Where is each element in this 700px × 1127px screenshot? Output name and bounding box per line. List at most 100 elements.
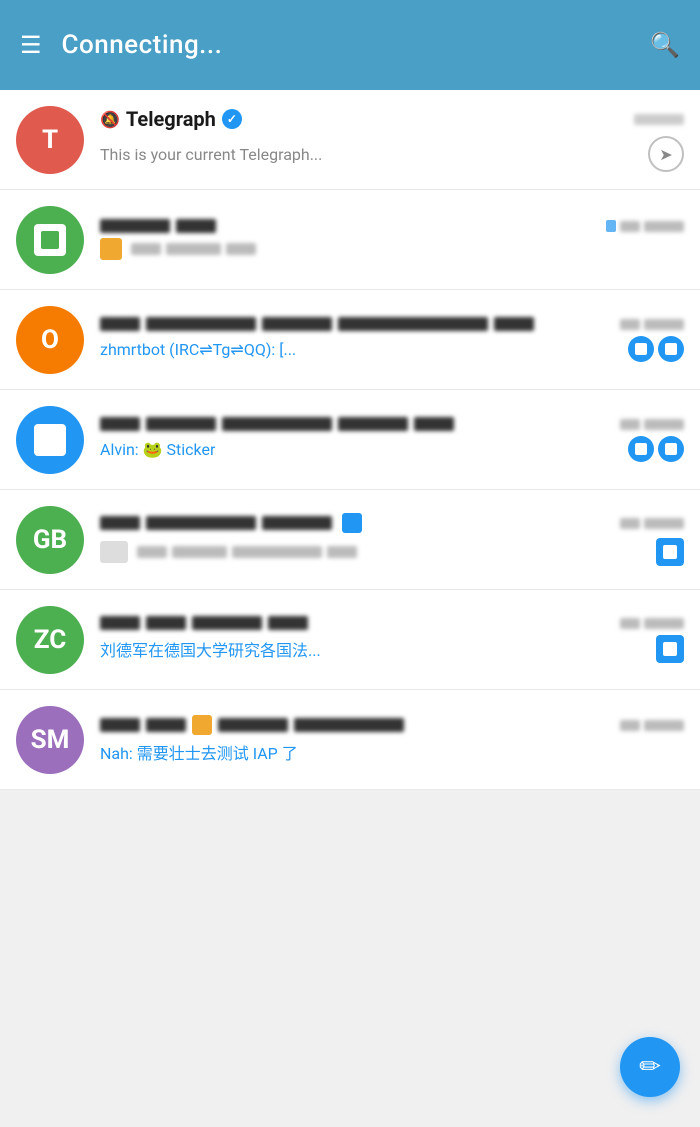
avatar-zc: ZC: [16, 606, 84, 674]
group-icon: [34, 424, 66, 456]
chat-preview-blue: Alvin: 🐸 Sticker: [100, 440, 215, 459]
time-block-o1: [620, 319, 640, 330]
email-icon: [100, 541, 128, 563]
badge-area-blue: [628, 436, 684, 462]
chat-bottom-row-green: [100, 238, 684, 260]
compose-icon: ✏: [639, 1052, 661, 1082]
chat-item-green-robot[interactable]: [0, 190, 700, 290]
chat-time-green: [606, 220, 684, 232]
chat-content-sm: Nah: 需要壮士去测试 IAP 了: [100, 715, 684, 764]
name-block-o3: [262, 317, 332, 331]
chat-item-gb[interactable]: GB: [0, 490, 700, 590]
robot-icon: [34, 224, 66, 256]
time-block-b1: [620, 419, 640, 430]
chat-bottom-row-orange: zhmrtbot (IRC⇌Tg⇌QQ): [...: [100, 336, 684, 362]
preview-block-gb2: [172, 546, 227, 558]
chat-top-row-blue: [100, 417, 684, 431]
chat-preview-zc: 刘德军在德国大学研究各国法...: [100, 637, 321, 661]
chat-preview-sm: Nah: 需要壮士去测试 IAP 了: [100, 740, 298, 764]
chat-top-row-sm: [100, 715, 684, 735]
name-block-o1: [100, 317, 140, 331]
chat-time-gb: [620, 518, 684, 529]
chat-content-telegraph: 🔕 Telegraph ✓ This is your current Teleg…: [100, 107, 684, 172]
name-block-sm1: [100, 718, 140, 732]
action-badge-zc: [656, 635, 684, 663]
time-block-b2: [644, 419, 684, 430]
chat-bottom-row-gb: [100, 538, 684, 566]
unread-dot: [606, 220, 616, 232]
chat-item-telegraph[interactable]: T 🔕 Telegraph ✓ This is your current Tel…: [0, 90, 700, 190]
avatar-telegraph: T: [16, 106, 84, 174]
header-left: ☰ Connecting...: [20, 30, 222, 60]
hamburger-icon[interactable]: ☰: [20, 31, 42, 59]
emoji-sticker: [100, 238, 122, 260]
chat-name-sm: [100, 715, 404, 735]
chat-top-row-gb: [100, 513, 684, 533]
chat-name-gb: [100, 513, 362, 533]
chat-time-sm: [620, 720, 684, 731]
chat-bottom-row-blue: Alvin: 🐸 Sticker: [100, 436, 684, 462]
chat-item-orange[interactable]: O zhmrtbot (IRC⇌Tg⇌QQ): [...: [0, 290, 700, 390]
chat-item-sm[interactable]: SM Nah: 需要壮士去测试 IAP 了: [0, 690, 700, 790]
preview-block-3: [226, 243, 256, 255]
name-block-sm3: [218, 718, 288, 732]
time-block-sm1: [620, 720, 640, 731]
chat-name-telegraph: 🔕 Telegraph ✓: [100, 107, 242, 131]
chat-bottom-row-zc: 刘德军在德国大学研究各国法...: [100, 635, 684, 663]
time-block-o2: [644, 319, 684, 330]
header-title: Connecting...: [62, 30, 223, 60]
unread-badge-orange-2: [658, 336, 684, 362]
chat-time-zc: [620, 618, 684, 629]
preview-block-gb4: [327, 546, 357, 558]
forward-button[interactable]: ➤: [648, 136, 684, 172]
name-block-b4: [338, 417, 408, 431]
chat-name-blue: [100, 417, 454, 431]
unread-badge-orange: [628, 336, 654, 362]
compose-fab[interactable]: ✏: [620, 1037, 680, 1097]
name-block-b2: [146, 417, 216, 431]
time-block-1: [620, 221, 640, 232]
chat-content-blue: Alvin: 🐸 Sticker: [100, 417, 684, 462]
time-block-zc2: [644, 618, 684, 629]
name-block-zc4: [268, 616, 308, 630]
chat-top-row: 🔕 Telegraph ✓: [100, 107, 684, 131]
badge-area-orange: [628, 336, 684, 362]
chat-bottom-row-sm: Nah: 需要壮士去测试 IAP 了: [100, 740, 684, 764]
chat-content-gb: [100, 513, 684, 566]
chat-item-blue[interactable]: Alvin: 🐸 Sticker: [0, 390, 700, 490]
name-block-sm2: [146, 718, 186, 732]
avatar-sm: SM: [16, 706, 84, 774]
chat-item-zc[interactable]: ZC 刘德军在德国大学研究各国法...: [0, 590, 700, 690]
unread-badge-blue-2: [658, 436, 684, 462]
search-icon[interactable]: 🔍: [650, 31, 680, 59]
preview-block-gb3: [232, 546, 322, 558]
flag-icon: [192, 715, 212, 735]
chat-name-green: [100, 219, 216, 233]
chat-content-zc: 刘德军在德国大学研究各国法...: [100, 616, 684, 663]
name-block-o5: [494, 317, 534, 331]
chat-content-orange: zhmrtbot (IRC⇌Tg⇌QQ): [...: [100, 317, 684, 362]
chat-time-orange: [620, 319, 684, 330]
name-block-2: [176, 219, 216, 233]
time-block-gb2: [644, 518, 684, 529]
name-block-gb1: [100, 516, 140, 530]
name-block-1: [100, 219, 170, 233]
chat-time-blue: [620, 419, 684, 430]
chat-time-telegraph: [634, 114, 684, 125]
avatar-gb: GB: [16, 506, 84, 574]
mute-icon: 🔕: [100, 110, 120, 129]
chat-bottom-row: This is your current Telegraph... ➤: [100, 136, 684, 172]
preview-block-2: [166, 243, 221, 255]
time-block-zc1: [620, 618, 640, 629]
chat-content-green: [100, 219, 684, 260]
chat-top-row-green: [100, 219, 684, 233]
preview-block-1: [131, 243, 161, 255]
chat-preview-orange: zhmrtbot (IRC⇌Tg⇌QQ): [...: [100, 340, 296, 359]
badge-dot-gb: [342, 513, 362, 533]
chat-preview-green: [100, 238, 256, 260]
unread-badge-blue: [628, 436, 654, 462]
name-block-sm4: [294, 718, 404, 732]
chat-preview-gb: [100, 541, 357, 563]
name-block-gb3: [262, 516, 332, 530]
name-block-o2: [146, 317, 256, 331]
